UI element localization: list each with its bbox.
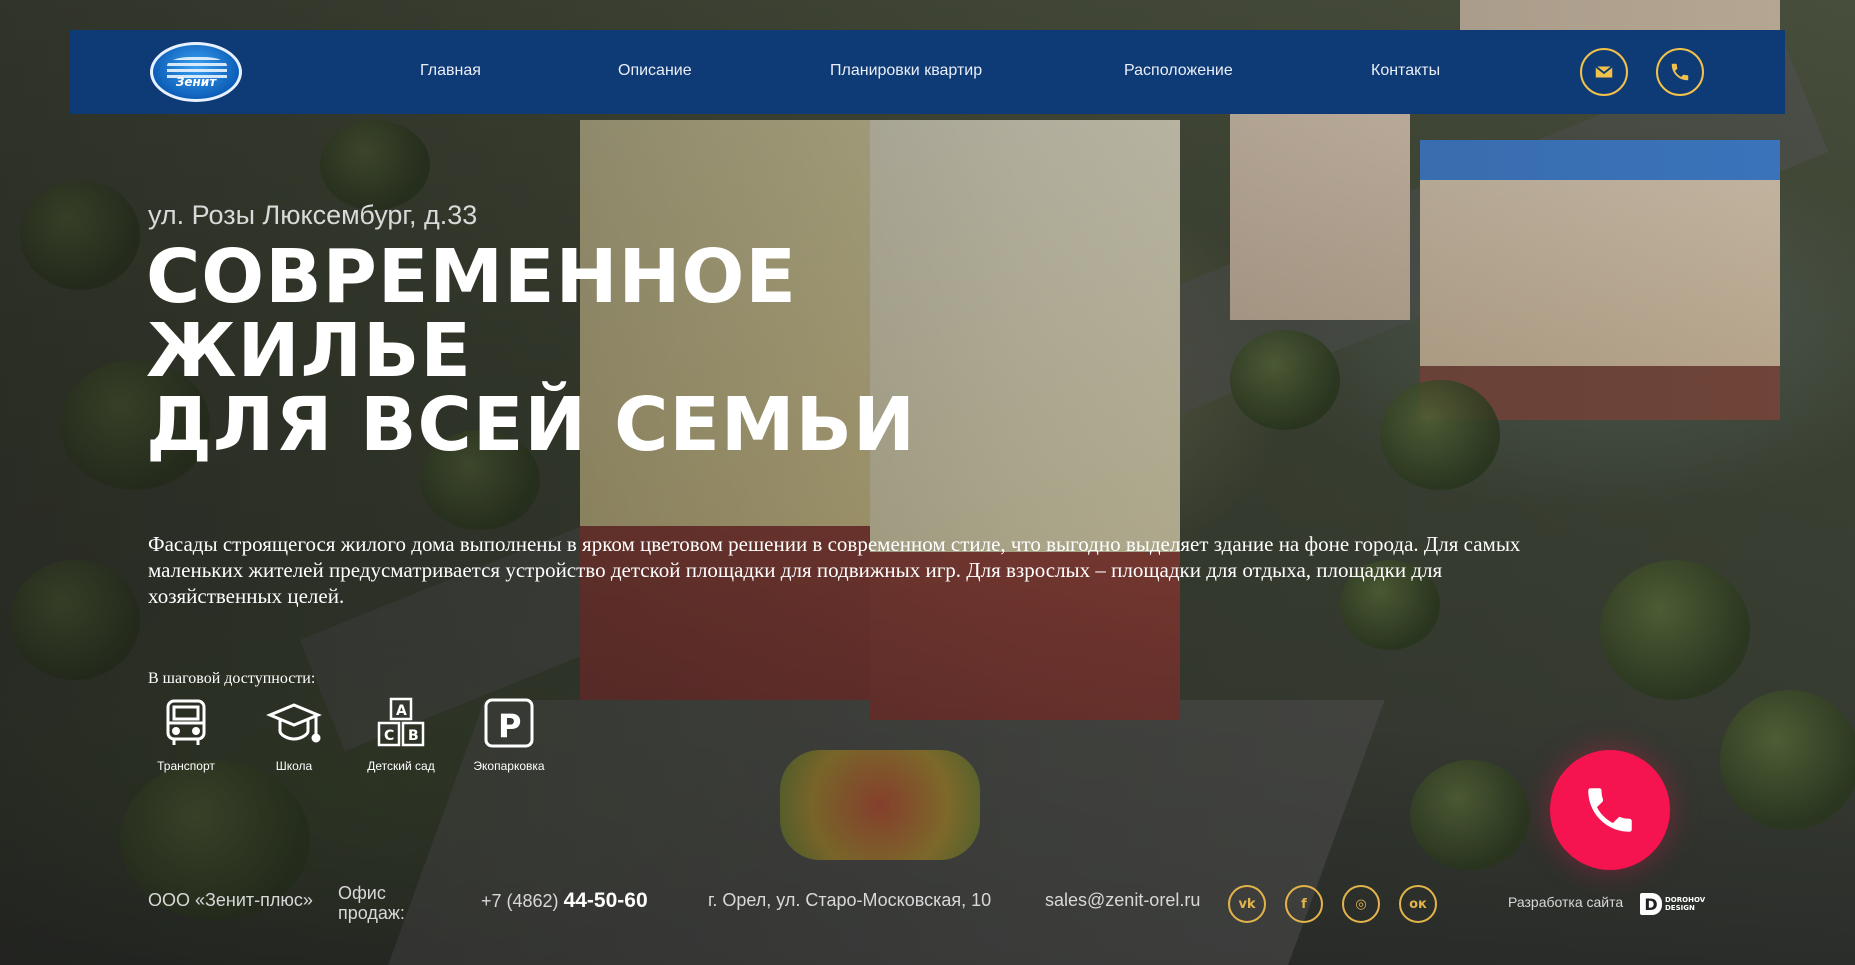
headline-line-1: СОВРЕМЕННОЕ <box>146 234 797 320</box>
parking-icon: P <box>484 698 534 748</box>
svg-text:C: C <box>384 728 394 744</box>
feature-eco-parking: P Экопарковка <box>455 695 563 773</box>
hero-headline: СОВРЕМЕННОЕ ЖИЛЬЕ ДЛЯ ВСЕЙ СЕМЬИ <box>146 240 916 462</box>
feature-label: Экопарковка <box>473 759 545 773</box>
svg-text:A: A <box>396 703 407 719</box>
nav-link-description[interactable]: Описание <box>618 62 692 80</box>
svg-text:P: P <box>498 707 521 745</box>
bus-icon <box>166 699 206 745</box>
developer-logo[interactable]: D DOROHOV DESIGN <box>1640 893 1705 915</box>
feature-label: Детский сад <box>367 759 435 773</box>
phone-contact[interactable]: +7 (4862) 44-50-60 <box>481 889 648 913</box>
callback-button[interactable] <box>1550 750 1670 870</box>
feature-kindergarten: ACB Детский сад <box>347 695 455 773</box>
phone-prefix: +7 (4862) <box>481 891 559 911</box>
nav-link-contacts[interactable]: Контакты <box>1371 62 1440 80</box>
mail-icon <box>1595 65 1613 78</box>
hero-description: Фасады строящегося жилого дома выполнены… <box>148 532 1521 608</box>
feature-school: Школа <box>240 695 348 773</box>
phone-number: 44-50-60 <box>563 889 648 912</box>
developer-logo-text: DOROHOV DESIGN <box>1665 896 1705 912</box>
office-address: г. Орел, ул. Старо-Московская, 10 <box>708 890 992 910</box>
graduation-cap-icon <box>266 703 322 743</box>
instagram-icon: ◎ <box>1355 896 1367 912</box>
facebook-icon: f <box>1301 896 1307 912</box>
developer-credit: Разработка сайта <box>1508 894 1624 910</box>
feature-label: Школа <box>275 759 313 773</box>
instagram-link[interactable]: ◎ <box>1342 885 1380 923</box>
building-address: ул. Розы Люксембург, д.33 <box>148 200 478 230</box>
phone-icon <box>1671 63 1689 81</box>
feature-transport: Транспорт <box>132 695 240 773</box>
walking-distance-title: В шаговой доступности: <box>148 670 316 687</box>
nav-link-floor-plans[interactable]: Планировки квартир <box>830 62 982 80</box>
headline-line-2: ЖИЛЬЕ <box>146 308 472 394</box>
developer-logo-line-2: DESIGN <box>1665 904 1695 912</box>
top-navigation-bar: Зенит Главная Описание Планировки кварти… <box>70 30 1785 114</box>
abc-blocks-icon: AC B <box>377 697 425 747</box>
phone-icon <box>1588 788 1632 832</box>
facebook-link[interactable]: f <box>1285 885 1323 923</box>
odnoklassniki-link[interactable]: ок <box>1399 885 1437 923</box>
email-link[interactable]: sales@zenit-orel.ru <box>1045 890 1200 911</box>
sales-office-label: Офис продаж: <box>338 883 418 923</box>
odnoklassniki-icon: ок <box>1409 896 1427 912</box>
office-label-text: Офис продаж: <box>338 883 405 923</box>
developer-logo-mark: D <box>1640 893 1662 915</box>
vk-link[interactable]: vk <box>1228 885 1266 923</box>
mail-button[interactable] <box>1580 48 1628 96</box>
headline-line-3: ДЛЯ ВСЕЙ СЕМЬИ <box>146 382 916 468</box>
vk-icon: vk <box>1238 896 1256 912</box>
svg-text:B: B <box>408 728 419 744</box>
nav-link-home[interactable]: Главная <box>420 62 481 80</box>
main-nav: Главная Описание Планировки квартир Расп… <box>70 30 1785 114</box>
company-name: ООО «Зенит-плюс» <box>148 890 313 910</box>
developer-logo-line-1: DOROHOV <box>1665 896 1706 904</box>
nav-link-location[interactable]: Расположение <box>1124 62 1233 80</box>
phone-button[interactable] <box>1656 48 1704 96</box>
feature-label: Транспорт <box>157 759 215 773</box>
